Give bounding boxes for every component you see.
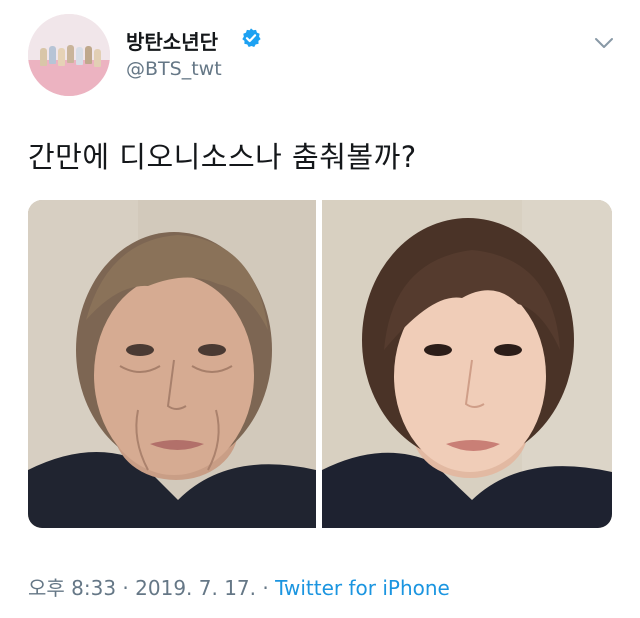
chevron-down-icon[interactable] — [594, 36, 614, 50]
tweet-time: 오후 8:33 — [28, 576, 117, 600]
avatar-figure — [85, 46, 92, 64]
tweet-photo-aged-face[interactable] — [28, 200, 316, 528]
tweet-photo-face[interactable] — [322, 200, 612, 528]
avatar-figure — [76, 47, 83, 65]
display-name[interactable]: 방탄소년단 — [126, 26, 218, 55]
tweet-metadata: 오후 8:33 · 2019. 7. 17. · Twitter for iPh… — [28, 572, 450, 601]
avatar-figure — [40, 48, 47, 66]
avatar-figure — [49, 46, 56, 64]
user-handle[interactable]: @BTS_twt — [126, 58, 222, 80]
verified-badge-icon — [242, 28, 261, 47]
tweet-date: 2019. 7. 17. — [135, 576, 257, 600]
tweet-source-link[interactable]: Twitter for iPhone — [275, 576, 450, 600]
meta-separator: · — [256, 576, 276, 600]
tweet-text: 간만에 디오니소스나 춤춰볼까? — [28, 140, 417, 174]
avatar-figure — [67, 45, 74, 63]
avatar-figure — [94, 49, 101, 67]
avatar[interactable] — [28, 14, 110, 96]
meta-separator: · — [116, 576, 136, 600]
avatar-figure — [58, 48, 65, 66]
